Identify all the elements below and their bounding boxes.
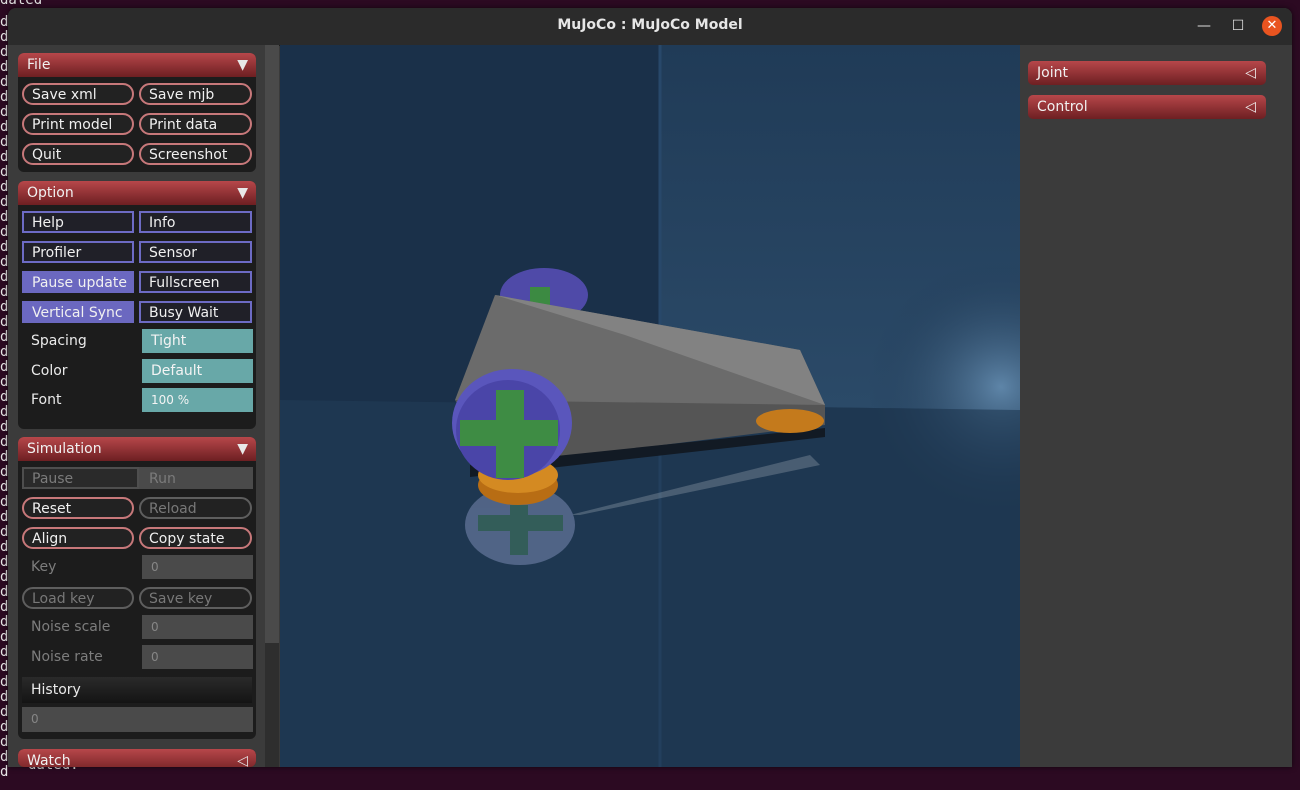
noise-rate-label: Noise rate <box>31 649 103 665</box>
noise-scale-input[interactable]: 0 <box>142 615 253 639</box>
reset-button[interactable]: Reset <box>22 497 134 519</box>
control-section-header[interactable]: Control ◁ <box>1028 95 1266 119</box>
help-checkbox[interactable]: Help <box>22 211 134 233</box>
simulation-header-label: Simulation <box>27 441 102 457</box>
file-section: File ▼ Save xml Save mjb Print model Pri… <box>18 53 256 172</box>
option-section: Option ▼ Help Info Profiler Sensor Pause… <box>18 181 256 429</box>
expand-arrow-icon: ◁ <box>1245 65 1256 81</box>
mujoco-window: MuJoCo : MuJoCo Model — ☐ ✕ File ▼ Save … <box>8 8 1292 767</box>
sensor-checkbox[interactable]: Sensor <box>139 241 252 263</box>
print-model-button[interactable]: Print model <box>22 113 134 135</box>
collapse-arrow-icon: ▼ <box>237 57 248 73</box>
noise-rate-input[interactable]: 0 <box>142 645 253 669</box>
left-ui-panel: File ▼ Save xml Save mjb Print model Pri… <box>8 45 265 767</box>
close-button[interactable]: ✕ <box>1262 16 1282 36</box>
key-input[interactable]: 0 <box>142 555 253 579</box>
file-section-header[interactable]: File ▼ <box>18 53 256 77</box>
scene-render <box>280 45 1020 767</box>
right-ui-panel: Joint ◁ Control ◁ <box>1020 45 1292 767</box>
terminal-line: d <box>0 764 9 780</box>
spacing-select[interactable]: Tight <box>142 329 253 353</box>
minimize-button[interactable]: — <box>1194 16 1214 36</box>
save-key-button[interactable]: Save key <box>139 587 252 609</box>
right-caster <box>756 409 824 433</box>
pause-button[interactable]: Pause <box>22 467 139 489</box>
busy-wait-checkbox[interactable]: Busy Wait <box>139 301 252 323</box>
simulation-section-header[interactable]: Simulation ▼ <box>18 437 256 461</box>
save-xml-button[interactable]: Save xml <box>22 83 134 105</box>
profiler-checkbox[interactable]: Profiler <box>22 241 134 263</box>
font-select[interactable]: 100 % <box>142 388 253 412</box>
joint-header-label: Joint <box>1037 65 1068 81</box>
copy-state-button[interactable]: Copy state <box>139 527 252 549</box>
history-label: History <box>22 677 252 703</box>
title-bar: MuJoCo : MuJoCo Model — ☐ ✕ <box>8 8 1292 46</box>
expand-arrow-icon: ◁ <box>1245 99 1256 115</box>
control-header-label: Control <box>1037 99 1088 115</box>
terminal-text-top: dated <box>0 0 43 8</box>
print-data-button[interactable]: Print data <box>139 113 252 135</box>
history-slider[interactable]: 0 <box>22 707 253 732</box>
maximize-button[interactable]: ☐ <box>1228 16 1248 36</box>
left-panel-scrollbar-thumb[interactable] <box>265 45 279 643</box>
file-header-label: File <box>27 57 51 73</box>
quit-button[interactable]: Quit <box>22 143 134 165</box>
pause-update-checkbox[interactable]: Pause update <box>22 271 134 293</box>
font-label: Font <box>31 392 62 408</box>
watch-header-label: Watch <box>27 753 71 767</box>
collapse-arrow-icon: ▼ <box>237 185 248 201</box>
option-section-header[interactable]: Option ▼ <box>18 181 256 205</box>
vertical-sync-checkbox[interactable]: Vertical Sync <box>22 301 134 323</box>
option-header-label: Option <box>27 185 74 201</box>
spacing-label: Spacing <box>31 333 87 349</box>
collapse-arrow-icon: ▼ <box>237 441 248 457</box>
noise-scale-label: Noise scale <box>31 619 111 635</box>
run-button[interactable]: Run <box>139 467 253 489</box>
window-title: MuJoCo : MuJoCo Model <box>557 17 743 33</box>
3d-viewport[interactable] <box>280 45 1020 767</box>
expand-arrow-icon: ◁ <box>237 753 248 767</box>
info-checkbox[interactable]: Info <box>139 211 252 233</box>
watch-section: Watch ◁ <box>18 749 256 767</box>
screenshot-button[interactable]: Screenshot <box>139 143 252 165</box>
watch-section-header[interactable]: Watch ◁ <box>18 749 256 767</box>
reload-button[interactable]: Reload <box>139 497 252 519</box>
fullscreen-checkbox[interactable]: Fullscreen <box>139 271 252 293</box>
save-mjb-button[interactable]: Save mjb <box>139 83 252 105</box>
simulation-section: Simulation ▼ Pause Run Reset Reload Alig… <box>18 437 256 739</box>
front-wheel-cross-v <box>496 390 524 478</box>
align-button[interactable]: Align <box>22 527 134 549</box>
color-select[interactable]: Default <box>142 359 253 383</box>
joint-section-header[interactable]: Joint ◁ <box>1028 61 1266 85</box>
key-label: Key <box>31 559 57 575</box>
load-key-button[interactable]: Load key <box>22 587 134 609</box>
color-label: Color <box>31 363 68 379</box>
